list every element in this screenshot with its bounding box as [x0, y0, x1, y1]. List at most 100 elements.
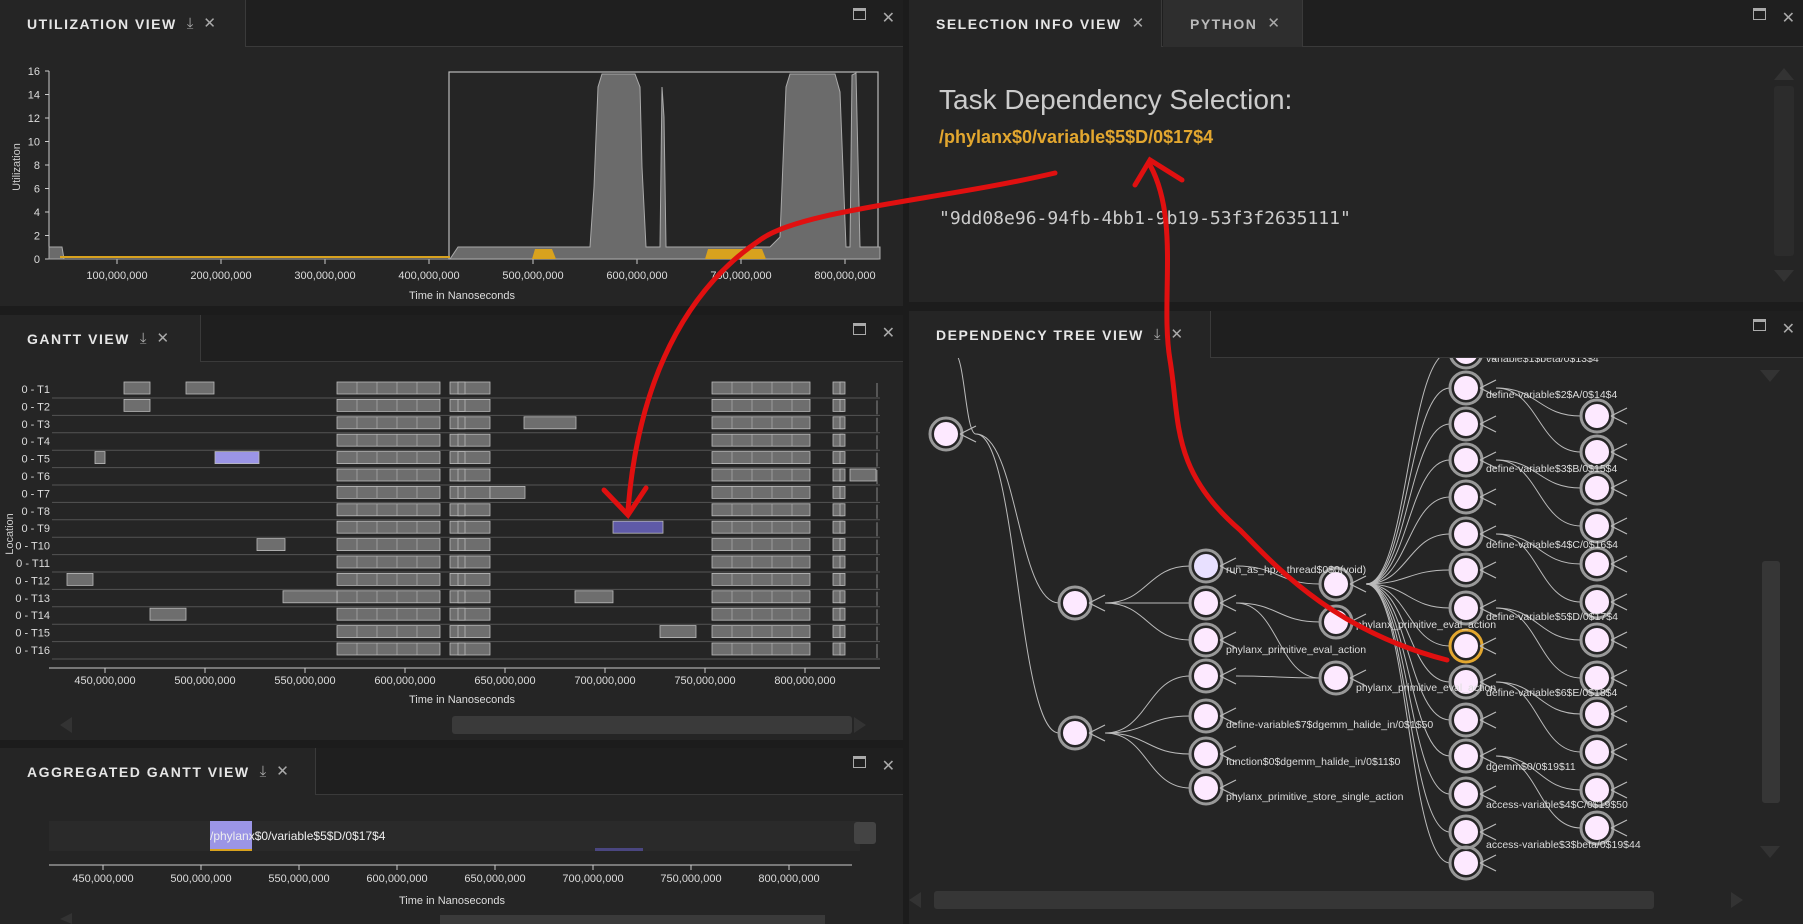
- gantt-bar[interactable]: [711, 468, 811, 482]
- close-icon[interactable]: ✕: [1267, 16, 1280, 31]
- gantt-bar[interactable]: [839, 590, 846, 604]
- gantt-bar[interactable]: [457, 555, 466, 569]
- gantt-bar[interactable]: [457, 399, 466, 412]
- gantt-bar[interactable]: [336, 416, 441, 430]
- gantt-bar[interactable]: [123, 399, 151, 412]
- gantt-bar[interactable]: [336, 433, 441, 447]
- gantt-bar[interactable]: [839, 468, 846, 482]
- tree-horizontal-scrollbar[interactable]: [909, 891, 1743, 909]
- download-icon[interactable]: ⤓: [140, 331, 147, 346]
- gantt-bar[interactable]: [449, 451, 491, 464]
- close-icon[interactable]: ✕: [203, 16, 216, 31]
- gantt-bar[interactable]: [336, 381, 441, 395]
- close-icon[interactable]: ✕: [157, 331, 170, 346]
- maximize-icon[interactable]: [852, 8, 866, 20]
- gantt-bar[interactable]: [336, 538, 441, 552]
- tab-aggregated-gantt-view[interactable]: AGGREGATED GANTT VIEW ⤓ ✕: [0, 748, 316, 795]
- gantt-bar[interactable]: [839, 538, 846, 552]
- gantt-bar[interactable]: [711, 538, 811, 552]
- tree-vertical-scrollbar[interactable]: [1760, 370, 1780, 858]
- gantt-bar[interactable]: [457, 451, 466, 464]
- gantt-bar[interactable]: [449, 607, 491, 621]
- gantt-bar[interactable]: [711, 451, 811, 464]
- gantt-bar[interactable]: [336, 590, 441, 604]
- gantt-bar[interactable]: [336, 451, 441, 464]
- gantt-bar[interactable]: [839, 503, 846, 517]
- vertical-scrollbar[interactable]: [1769, 60, 1799, 300]
- gantt-bar[interactable]: [711, 555, 811, 569]
- gantt-bar[interactable]: [839, 642, 846, 656]
- aggregated-handle[interactable]: [854, 822, 876, 844]
- gantt-bar[interactable]: [839, 399, 846, 412]
- gantt-bar[interactable]: [457, 503, 466, 517]
- gantt-bar[interactable]: [711, 381, 811, 395]
- gantt-bar[interactable]: [449, 503, 491, 517]
- gantt-bar[interactable]: [711, 399, 811, 412]
- dependency-tree-graph[interactable]: run_as_hpx_thread$0$0(void) phylanx_primi…: [909, 358, 1803, 918]
- gantt-bar[interactable]: [711, 590, 811, 604]
- download-icon[interactable]: ⤓: [1154, 327, 1161, 342]
- gantt-bar[interactable]: [839, 607, 846, 621]
- tab-dependency-tree-view[interactable]: DEPENDENCY TREE VIEW ⤓ ✕: [909, 311, 1211, 358]
- tab-gantt-view[interactable]: GANTT VIEW ⤓ ✕: [0, 315, 201, 362]
- close-icon[interactable]: ✕: [882, 756, 895, 776]
- gantt-bar[interactable]: [185, 381, 215, 395]
- scroll-left-arrow[interactable]: [60, 717, 72, 733]
- gantt-bar[interactable]: [839, 486, 846, 499]
- gantt-bar[interactable]: [449, 468, 491, 482]
- close-icon[interactable]: ✕: [1782, 8, 1795, 28]
- gantt-bar[interactable]: [839, 416, 846, 430]
- gantt-bar[interactable]: [711, 433, 811, 447]
- gantt-bar[interactable]: [336, 486, 441, 499]
- gantt-bar[interactable]: [457, 642, 466, 656]
- gantt-bar[interactable]: [449, 555, 491, 569]
- gantt-bar[interactable]: [849, 468, 877, 482]
- download-icon[interactable]: ⤓: [260, 764, 267, 779]
- gantt-bar[interactable]: [457, 607, 466, 621]
- gantt-bar[interactable]: [336, 555, 441, 569]
- gantt-bar[interactable]: [336, 607, 441, 621]
- gantt-bar[interactable]: [457, 625, 466, 639]
- aggregated-gantt-chart[interactable]: /phylanx$0/variable$5$D/0$17$4 450,000,0…: [0, 795, 903, 924]
- gantt-bar[interactable]: [711, 625, 811, 639]
- gantt-bar[interactable]: [449, 520, 491, 534]
- gantt-bar[interactable]: [449, 572, 491, 586]
- horizontal-scrollbar[interactable]: [452, 716, 852, 734]
- gantt-bar[interactable]: [336, 520, 441, 534]
- gantt-bar[interactable]: [711, 503, 811, 517]
- maximize-icon[interactable]: [1752, 8, 1766, 20]
- gantt-bar[interactable]: [449, 625, 491, 639]
- gantt-bar[interactable]: [457, 433, 466, 447]
- gantt-bar[interactable]: [336, 399, 441, 412]
- close-icon[interactable]: ✕: [882, 323, 895, 343]
- gantt-bar[interactable]: [449, 399, 491, 412]
- tab-python[interactable]: PYTHON ✕: [1163, 0, 1303, 47]
- gantt-bar-selected[interactable]: [214, 451, 260, 464]
- gantt-bar[interactable]: [711, 642, 811, 656]
- horizontal-scrollbar[interactable]: [440, 915, 825, 924]
- gantt-bar[interactable]: [711, 416, 811, 430]
- gantt-bar[interactable]: [457, 381, 466, 395]
- gantt-bar[interactable]: [449, 433, 491, 447]
- gantt-bar[interactable]: [457, 590, 466, 604]
- utilization-chart[interactable]: 0 2 4 6 8 10 12 14 16 100,000,000 200,000,000 300,…: [0, 47, 903, 306]
- gantt-bar[interactable]: [489, 486, 526, 499]
- gantt-bar[interactable]: [123, 381, 151, 395]
- gantt-bar[interactable]: [336, 642, 441, 656]
- gantt-bar[interactable]: [449, 486, 491, 499]
- gantt-bar[interactable]: [711, 520, 811, 534]
- maximize-icon[interactable]: [852, 756, 866, 768]
- gantt-bar[interactable]: [336, 572, 441, 586]
- gantt-bar[interactable]: [523, 416, 577, 430]
- gantt-bar[interactable]: [449, 381, 491, 395]
- gantt-bar[interactable]: [94, 451, 106, 464]
- scroll-left-arrow[interactable]: [60, 913, 72, 924]
- gantt-bar[interactable]: [839, 625, 846, 639]
- download-icon[interactable]: ⤓: [187, 16, 194, 31]
- maximize-icon[interactable]: [852, 323, 866, 335]
- gantt-bar[interactable]: [336, 625, 441, 639]
- gantt-bar[interactable]: [449, 416, 491, 430]
- gantt-bar[interactable]: [839, 433, 846, 447]
- close-icon[interactable]: ✕: [882, 8, 895, 28]
- gantt-bar[interactable]: [711, 607, 811, 621]
